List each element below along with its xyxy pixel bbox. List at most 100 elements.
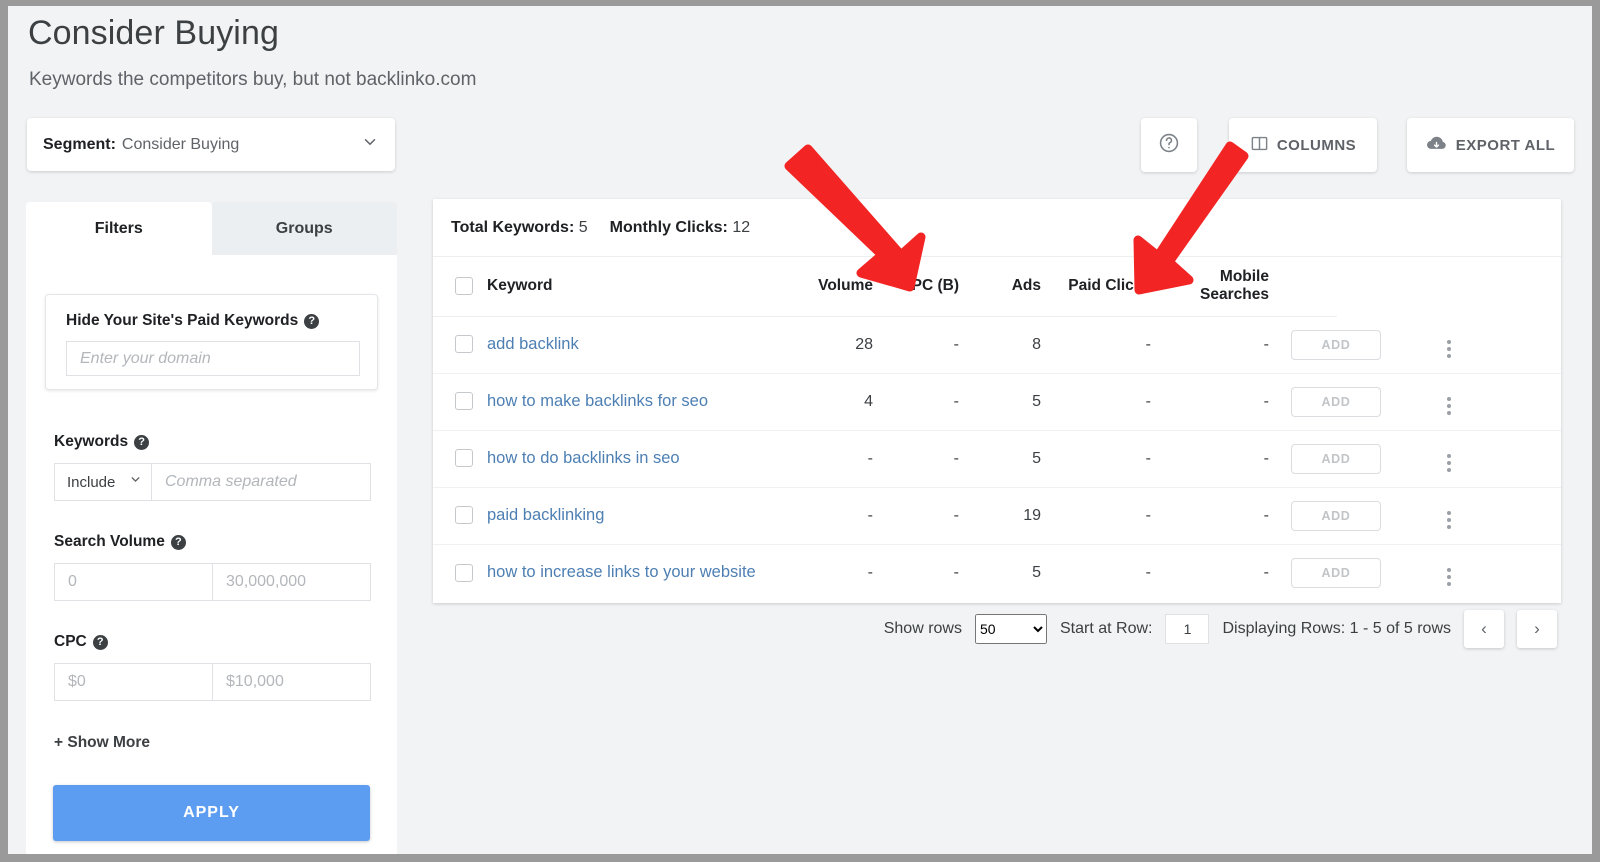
keywords-input[interactable] xyxy=(152,463,371,501)
hide-paid-keywords-card: Hide Your Site's Paid Keywords ? xyxy=(45,294,378,390)
help-icon[interactable]: ? xyxy=(134,434,150,450)
add-keyword-button[interactable]: ADD xyxy=(1291,443,1381,474)
total-keywords: Total Keywords: 5 xyxy=(451,219,588,237)
cpc-min-input[interactable] xyxy=(54,663,213,701)
row-checkbox[interactable] xyxy=(455,335,473,354)
columns-button[interactable]: COLUMNS xyxy=(1229,118,1377,172)
cell-volume: 4 xyxy=(783,373,883,431)
help-icon[interactable]: ? xyxy=(92,634,108,650)
show-rows-select[interactable]: 50 xyxy=(974,614,1047,644)
table-summary: Total Keywords: 5 Monthly Clicks: 12 xyxy=(433,199,1561,257)
app-frame: Consider Buying Keywords the competitors… xyxy=(8,6,1592,854)
cell-cpc: - xyxy=(953,563,959,581)
row-checkbox[interactable] xyxy=(455,392,473,411)
vertical-dots-icon[interactable] xyxy=(1447,454,1451,472)
monthly-clicks-label: Monthly Clicks: xyxy=(609,218,728,236)
displaying-rows-label: Displaying Rows: 1 - 5 of 5 rows xyxy=(1222,620,1451,637)
cell-cpc: - xyxy=(883,316,965,374)
keywords-mode-wrap: Include xyxy=(54,463,152,501)
export-all-button[interactable]: EXPORT ALL xyxy=(1407,118,1574,172)
cell-mobile-searches: - xyxy=(1173,487,1291,545)
add-keyword-button[interactable]: ADD xyxy=(1291,329,1381,360)
help-button[interactable] xyxy=(1141,118,1197,172)
columns-button-label: COLUMNS xyxy=(1276,136,1357,154)
column-header-actions xyxy=(1291,257,1337,317)
cell-ads: 8 xyxy=(965,316,1055,374)
select-all-cell xyxy=(433,257,473,317)
keyword-link[interactable]: how to do backlinks in seo xyxy=(487,449,680,467)
vertical-dots-icon[interactable] xyxy=(1447,568,1451,587)
cell-volume: - xyxy=(783,430,883,488)
monthly-clicks: Monthly Clicks: 12 xyxy=(610,219,750,237)
keywords-filter-label: Keywords ? xyxy=(54,433,150,451)
keyword-link[interactable]: add backlink xyxy=(487,335,579,353)
keyword-link[interactable]: how to increase links to your website xyxy=(487,563,756,581)
show-more-link[interactable]: + Show More xyxy=(54,734,150,752)
help-circle-icon xyxy=(1158,132,1180,158)
tab-filters[interactable]: Filters xyxy=(26,202,212,256)
cell-paid-clicks: - xyxy=(1055,487,1173,545)
cell-volume: - xyxy=(783,487,883,545)
start-at-row-input[interactable] xyxy=(1165,614,1210,644)
search-volume-max-input[interactable] xyxy=(213,563,371,601)
table-row: how to make backlinks for seo 4 - 5 - - … xyxy=(433,373,1561,431)
row-checkbox[interactable] xyxy=(455,449,473,468)
row-checkbox[interactable] xyxy=(455,506,473,525)
table-row: add backlink 28 - 8 - - ADD xyxy=(433,316,1561,374)
tab-filters-label: Filters xyxy=(94,220,143,237)
column-header-mobile-searches[interactable]: Mobile Searches xyxy=(1173,257,1291,317)
column-header-volume[interactable]: Volume xyxy=(783,257,883,317)
cell-ads: 5 xyxy=(1032,563,1041,581)
apply-button[interactable]: APPLY xyxy=(53,785,370,841)
cpc-max-input[interactable] xyxy=(213,663,371,701)
column-header-ads[interactable]: Ads xyxy=(965,257,1055,317)
keyword-link[interactable]: paid backlinking xyxy=(487,506,604,524)
keywords-table-card: Total Keywords: 5 Monthly Clicks: 12 Key… xyxy=(433,199,1561,603)
next-page-button[interactable]: › xyxy=(1517,610,1557,648)
cell-paid-clicks: - xyxy=(1055,316,1173,374)
select-all-checkbox[interactable] xyxy=(455,277,473,296)
tab-groups[interactable]: Groups xyxy=(211,202,397,256)
cell-paid-clicks: - xyxy=(1145,563,1151,581)
segment-label: Segment: xyxy=(43,135,116,153)
domain-input[interactable] xyxy=(66,341,360,376)
filters-panel: Hide Your Site's Paid Keywords ? Keyword… xyxy=(26,255,397,854)
help-icon[interactable]: ? xyxy=(304,313,320,329)
columns-icon xyxy=(1250,134,1269,157)
table-body: add backlink 28 - 8 - - ADD how to make … xyxy=(433,316,1561,601)
row-checkbox[interactable] xyxy=(455,563,473,582)
show-rows-label: Show rows xyxy=(883,620,962,637)
column-header-cpc[interactable]: CPC (B) xyxy=(883,257,965,317)
help-icon[interactable]: ? xyxy=(170,534,186,550)
add-keyword-button[interactable]: ADD xyxy=(1291,500,1381,531)
cell-ads: 19 xyxy=(965,487,1055,545)
tab-groups-label: Groups xyxy=(275,220,333,237)
keywords-filter-row: Include xyxy=(54,463,371,501)
cpc-label: CPC ? xyxy=(54,633,108,651)
column-header-paid-clicks[interactable]: Paid Clicks xyxy=(1055,257,1173,317)
add-keyword-button[interactable]: ADD xyxy=(1291,386,1381,417)
page-title: Consider Buying xyxy=(28,14,279,52)
segment-dropdown[interactable]: Segment: Consider Buying xyxy=(27,118,395,171)
keyword-link[interactable]: how to make backlinks for seo xyxy=(487,392,708,410)
monthly-clicks-value: 12 xyxy=(732,218,751,236)
cell-cpc: - xyxy=(883,430,965,488)
total-keywords-value: 5 xyxy=(578,218,588,236)
add-keyword-button[interactable]: ADD xyxy=(1291,557,1381,588)
hide-paid-keywords-label: Hide Your Site's Paid Keywords ? xyxy=(66,312,320,330)
vertical-dots-icon[interactable] xyxy=(1447,397,1451,415)
cpc-row xyxy=(54,663,371,701)
cell-mobile-searches: - xyxy=(1173,430,1291,488)
prev-page-button[interactable]: ‹ xyxy=(1464,610,1504,648)
page-subtitle: Keywords the competitors buy, but not ba… xyxy=(29,69,477,90)
vertical-dots-icon[interactable] xyxy=(1447,339,1451,358)
keywords-mode-select[interactable]: Include xyxy=(54,463,152,501)
vertical-dots-icon[interactable] xyxy=(1447,511,1451,529)
export-all-button-label: EXPORT ALL xyxy=(1455,136,1556,154)
cell-cpc: - xyxy=(883,373,965,431)
segment-value: Consider Buying xyxy=(121,135,240,153)
search-volume-min-input[interactable] xyxy=(54,563,213,601)
table-row: paid backlinking - - 19 - - ADD xyxy=(433,487,1561,545)
cloud-download-icon xyxy=(1426,133,1447,158)
column-header-keyword[interactable]: Keyword xyxy=(473,257,697,317)
